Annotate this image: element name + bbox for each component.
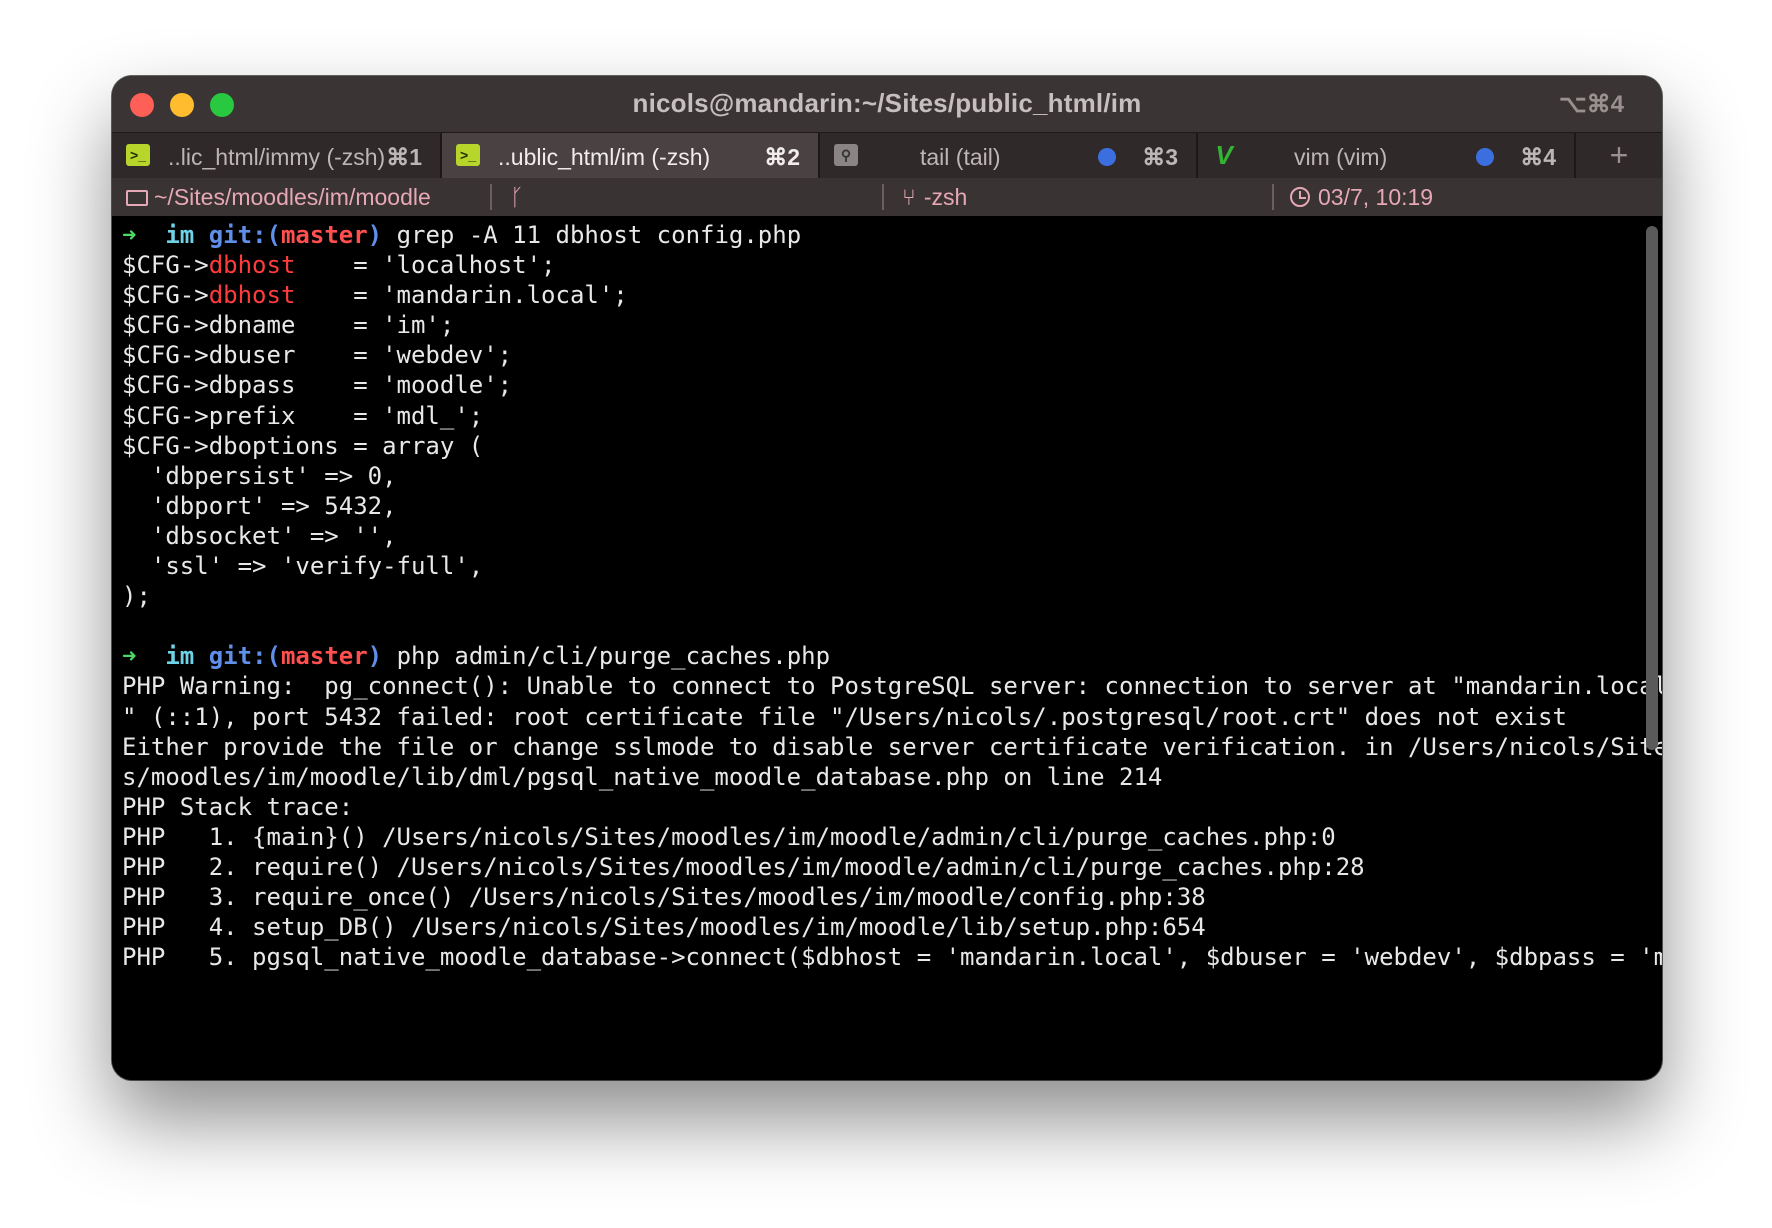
prompt-branch: master [280, 221, 368, 249]
line-text: $CFG-> [122, 251, 209, 280]
tab-shortcut: ⌘1 [386, 144, 422, 170]
output-line: PHP 4. setup_DB() /Users/nicols/Sites/mo… [122, 913, 1206, 942]
output-line: $CFG->dbuser = 'webdev'; [122, 341, 513, 370]
prompt-git-close: ) [367, 221, 383, 249]
tab-3[interactable]: ⚲ tail (tail) ⌘3 [820, 133, 1198, 179]
tab-shortcut: ⌘2 [764, 144, 800, 170]
terminal-icon: >_ [456, 144, 480, 166]
tab-label: tail (tail) [920, 144, 1001, 170]
prompt-line: ➜ im git:(master) grep -A 11 dbhost conf… [122, 220, 1632, 250]
tab-1[interactable]: >_ ..lic_html/immy (-zsh) ⌘1 [112, 133, 442, 179]
clock-icon [1290, 187, 1310, 207]
output-line: $CFG->dbhost = 'mandarin.local'; [122, 280, 1632, 310]
status-job-label: -zsh [923, 184, 968, 210]
tab-bar: >_ ..lic_html/immy (-zsh) ⌘1 >_ ..ublic_… [112, 132, 1662, 179]
output-line: PHP Warning: pg_connect(): Unable to con… [122, 672, 1662, 701]
line-text: $CFG-> [122, 281, 209, 310]
status-divider [882, 184, 884, 210]
output-line: 'dbport' => 5432, [122, 491, 397, 520]
status-time-label: 03/7, 10:19 [1318, 184, 1434, 210]
terminal-window: nicols@mandarin:~/Sites/public_html/im ⌥… [112, 76, 1662, 1080]
prompt-command: php admin/cli/purge_caches.php [396, 642, 831, 671]
prompt-git: git:( [208, 221, 281, 249]
status-path[interactable]: ~/Sites/moodles/im/moodle [126, 184, 431, 211]
output-line: " (::1), port 5432 failed: root certific… [122, 702, 1567, 731]
status-job: ⑂ -zsh [902, 184, 967, 211]
output-line: $CFG->dboptions = array ( [122, 431, 484, 460]
output-line: $CFG->dbhost = 'localhost'; [122, 250, 1632, 280]
grep-output: $CFG->dbhost = 'localhost'; $CFG->dbhost … [122, 250, 1632, 611]
activity-indicator [1476, 148, 1494, 166]
match-highlight: dbhost [208, 281, 296, 310]
output-line: PHP 3. require_once() /Users/nicols/Site… [122, 883, 1206, 912]
line-text: = 'localhost'; [295, 251, 556, 280]
tab-shortcut: ⌘4 [1520, 144, 1556, 170]
output-line: PHP 5. pgsql_native_moodle_database->con… [122, 943, 1662, 972]
tab-label: ..ublic_html/im (-zsh) [498, 144, 711, 170]
output-line: PHP Stack trace: [122, 792, 354, 821]
status-divider [1272, 184, 1274, 210]
tab-label: ..lic_html/immy (-zsh) [168, 144, 386, 170]
output-line: ); [122, 582, 151, 611]
status-path-label: ~/Sites/moodles/im/moodle [154, 184, 431, 210]
scrollbar[interactable] [1646, 226, 1658, 750]
output-line: PHP 1. {main}() /Users/nicols/Sites/mood… [122, 822, 1336, 851]
title-bar[interactable]: nicols@mandarin:~/Sites/public_html/im ⌥… [112, 76, 1662, 132]
terminal-output[interactable]: ➜ im git:(master) grep -A 11 dbhost conf… [112, 216, 1662, 1080]
output-line: $CFG->prefix = 'mdl_'; [122, 401, 484, 430]
output-line: PHP 2. require() /Users/nicols/Sites/moo… [122, 852, 1365, 881]
search-icon: ⚲ [834, 144, 858, 166]
prompt-dir: im [165, 221, 195, 249]
vim-icon: V [1215, 140, 1233, 170]
php-output: PHP Warning: pg_connect(): Unable to con… [122, 671, 1662, 972]
folder-icon [126, 190, 148, 206]
prompt-arrow-icon: ➜ [122, 642, 137, 671]
line-text: = 'mandarin.local'; [295, 281, 628, 310]
new-tab-button[interactable]: + [1576, 133, 1662, 179]
prompt-git: git:( [208, 642, 281, 671]
prompt-dir: im [165, 642, 195, 671]
terminal-icon: >_ [126, 144, 150, 166]
match-highlight: dbhost [208, 251, 296, 280]
status-bar: ~/Sites/moodles/im/moodle ᚴ ⑂ -zsh 03/7, … [112, 178, 1662, 216]
git-branch-icon: ⑂ [902, 184, 916, 210]
output-line: 'dbpersist' => 0, [122, 461, 397, 490]
tab-label: vim (vim) [1294, 144, 1388, 170]
output-line: 'ssl' => 'verify-full', [122, 552, 484, 581]
output-line: 'dbsocket' => '', [122, 521, 397, 550]
output-line: $CFG->dbname = 'im'; [122, 311, 455, 340]
output-line: Either provide the file or change sslmod… [122, 732, 1662, 761]
tab-shortcut: ⌘3 [1142, 144, 1178, 170]
window-shortcut: ⌥⌘4 [1558, 91, 1624, 118]
prompt-command: grep -A 11 dbhost config.php [396, 221, 802, 249]
prompt-branch: master [280, 642, 368, 671]
status-divider [490, 184, 492, 210]
git-branch-icon: ᚴ [510, 184, 524, 210]
tab-2[interactable]: >_ ..ublic_html/im (-zsh) ⌘2 [442, 133, 820, 179]
activity-indicator [1098, 148, 1116, 166]
status-time: 03/7, 10:19 [1290, 184, 1433, 211]
prompt-line: ➜ im git:(master) php admin/cli/purge_ca… [122, 641, 1632, 671]
output-line: s/moodles/im/moodle/lib/dml/pgsql_native… [122, 762, 1163, 791]
tab-4[interactable]: V vim (vim) ⌘4 [1198, 133, 1576, 179]
window-title: nicols@mandarin:~/Sites/public_html/im [632, 88, 1142, 118]
prompt-arrow-icon: ➜ [122, 221, 137, 249]
output-line: $CFG->dbpass = 'moodle'; [122, 371, 513, 400]
prompt-git-close: ) [367, 642, 383, 671]
